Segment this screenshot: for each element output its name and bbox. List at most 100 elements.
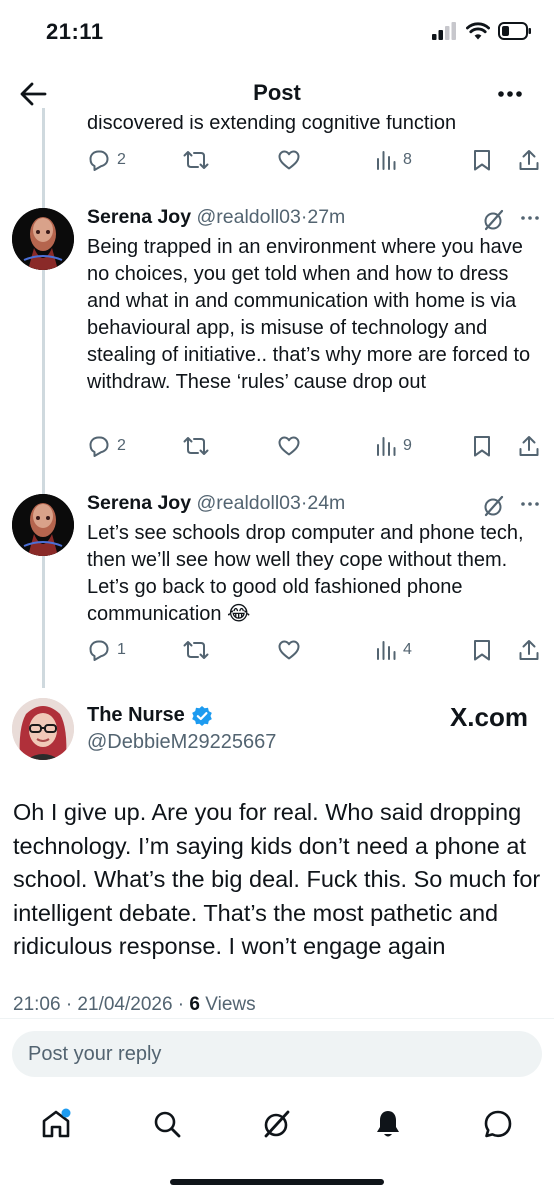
bookmark-icon <box>474 150 490 171</box>
views-count: 8 <box>403 151 412 168</box>
author-name[interactable]: Serena Joy <box>87 492 191 514</box>
messages-icon <box>484 1110 512 1138</box>
reply-icon <box>89 150 109 171</box>
reply-count: 1 <box>117 641 126 658</box>
reply-more-button[interactable] <box>520 214 540 222</box>
verified-badge-icon <box>192 705 212 726</box>
like-icon <box>278 150 300 170</box>
signal-icon <box>432 22 456 40</box>
grok-icon <box>484 209 504 231</box>
bookmark-icon <box>474 640 490 661</box>
bookmark-button[interactable] <box>471 638 493 662</box>
author-handle[interactable]: @DebbieM29225667 <box>87 731 276 754</box>
views-button[interactable]: 8 <box>375 148 412 172</box>
views-count[interactable]: 6 <box>189 994 200 1015</box>
post-text: Oh I give up. Are you for real. Who said… <box>13 799 541 959</box>
like-button[interactable] <box>277 434 301 458</box>
bottom-nav <box>0 1098 554 1148</box>
home-icon <box>42 1108 71 1138</box>
reply-icon <box>89 640 109 661</box>
reply-text: Let’s see schools drop computer and phon… <box>87 522 524 625</box>
reply-count: 2 <box>117 151 126 168</box>
share-button[interactable] <box>517 148 541 172</box>
reply-composer[interactable] <box>12 1031 542 1077</box>
partial-tweet-actions: 2 8 <box>87 148 542 176</box>
reply-text: Being trapped in an environment where yo… <box>87 236 531 393</box>
views-icon <box>377 641 396 660</box>
reply-header: Serena Joy @realdoll03·27m <box>87 206 345 229</box>
views-label: Views <box>200 994 256 1015</box>
divider <box>0 1018 554 1019</box>
bookmark-button[interactable] <box>471 434 493 458</box>
avatar-image <box>12 494 74 556</box>
nav-messages[interactable] <box>478 1104 518 1144</box>
more-icon <box>498 91 522 97</box>
reply-button[interactable]: 2 <box>87 434 126 458</box>
avatar[interactable] <box>12 494 74 556</box>
share-button[interactable] <box>517 638 541 662</box>
views-button[interactable]: 9 <box>375 434 412 458</box>
share-icon <box>519 150 539 170</box>
share-icon <box>519 436 539 456</box>
more-icon <box>521 502 539 506</box>
notifications-icon <box>377 1111 399 1137</box>
reply-header: Serena Joy @realdoll03·24m <box>87 492 345 515</box>
partial-tweet-text: discovered is extending cognitive functi… <box>87 115 457 134</box>
nav-home[interactable] <box>36 1104 76 1144</box>
post-time: 27m <box>307 206 346 228</box>
reply-input[interactable] <box>12 1041 542 1067</box>
bookmark-button[interactable] <box>471 148 493 172</box>
like-icon <box>278 436 300 456</box>
author-name[interactable]: Serena Joy <box>87 206 191 228</box>
grok-icon <box>264 1110 290 1138</box>
reply-button[interactable]: 1 <box>87 638 126 662</box>
repost-button[interactable] <box>183 434 209 458</box>
views-icon <box>377 437 396 456</box>
status-time: 21:11 <box>46 19 104 44</box>
battery-icon <box>498 22 531 40</box>
reply-button[interactable]: 2 <box>87 148 126 172</box>
author-handle[interactable]: @realdoll03 <box>196 492 300 514</box>
nav-notifications[interactable] <box>368 1104 408 1144</box>
share-button[interactable] <box>517 434 541 458</box>
nav-search[interactable] <box>147 1104 187 1144</box>
reply-actions: 2 9 <box>87 434 542 462</box>
more-options-button[interactable] <box>496 82 526 106</box>
avatar[interactable] <box>12 208 74 270</box>
thread-connector <box>42 108 45 688</box>
reply-icon <box>89 436 109 457</box>
avatar[interactable] <box>12 698 74 760</box>
avatar-image <box>12 208 74 270</box>
author-name[interactable]: The Nurse <box>87 704 185 727</box>
home-indicator <box>170 1179 384 1185</box>
reply-actions: 1 4 <box>87 638 542 666</box>
retweet-icon <box>183 437 209 455</box>
nav-grok[interactable] <box>257 1104 297 1144</box>
search-icon <box>154 1111 181 1138</box>
repost-button[interactable] <box>183 638 209 662</box>
author-handle[interactable]: @realdoll03 <box>196 206 300 228</box>
grok-button[interactable] <box>482 494 506 518</box>
views-icon <box>377 151 396 170</box>
views-button[interactable]: 4 <box>375 638 412 662</box>
views-count: 9 <box>403 437 412 454</box>
main-author: The Nurse <box>87 704 213 727</box>
like-button[interactable] <box>277 148 301 172</box>
more-icon <box>521 216 539 220</box>
grok-icon <box>484 495 504 517</box>
repost-button[interactable] <box>183 148 209 172</box>
like-button[interactable] <box>277 638 301 662</box>
post-time: 24m <box>307 492 346 514</box>
share-icon <box>519 640 539 660</box>
views-count: 4 <box>403 641 412 658</box>
retweet-icon <box>183 151 209 169</box>
grok-button[interactable] <box>482 208 506 232</box>
page-title: Post <box>253 80 301 105</box>
reply-more-button[interactable] <box>520 500 540 508</box>
retweet-icon <box>183 641 209 659</box>
wifi-icon <box>466 22 490 40</box>
avatar-image <box>12 698 74 760</box>
like-icon <box>278 640 300 660</box>
bookmark-icon <box>474 436 490 457</box>
status-icons <box>432 22 532 40</box>
